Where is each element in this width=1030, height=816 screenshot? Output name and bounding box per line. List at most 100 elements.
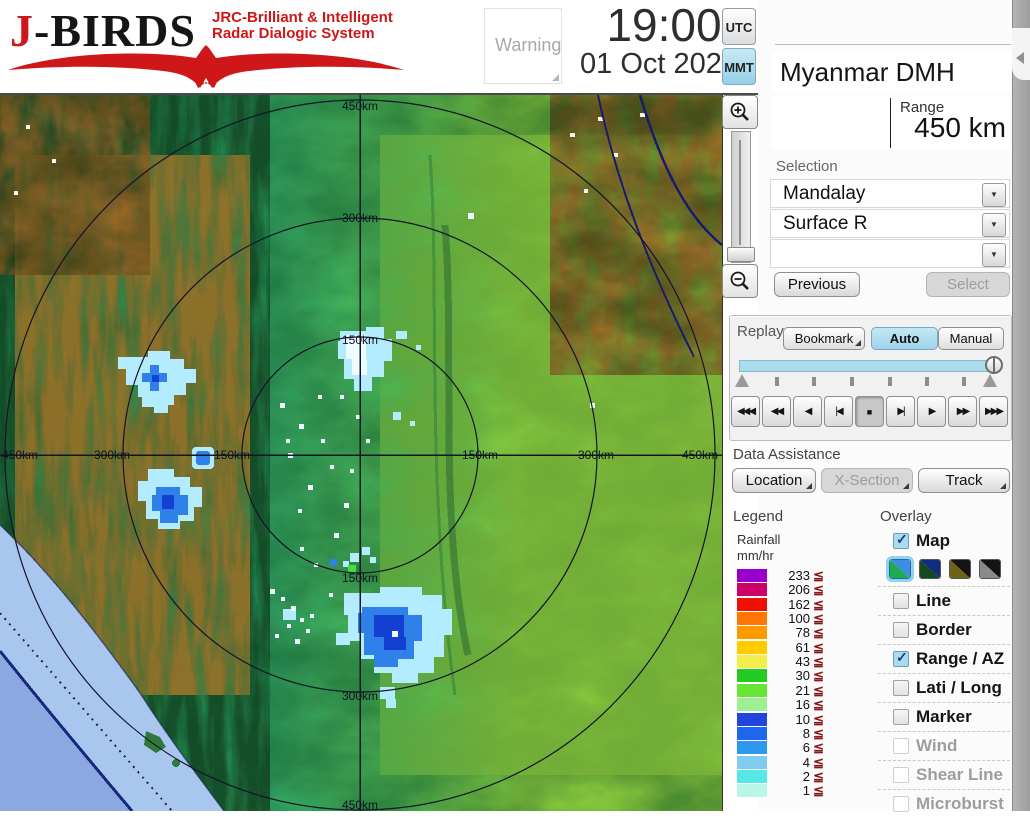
legend-value: 8 [802, 725, 810, 741]
map-checkbox[interactable] [893, 531, 909, 549]
wind-checkbox [893, 738, 909, 754]
play-back-button[interactable]: ◀ [793, 396, 822, 427]
eagle-logo [8, 45, 404, 88]
range-label-h-300-left: 300km [94, 448, 130, 462]
range-label-h-450-right: 450km [682, 448, 718, 462]
xsection-button[interactable]: X-Section [821, 468, 913, 493]
map-style-navy-darkgreen[interactable] [919, 559, 941, 579]
product-dropdown-value: Surface R [783, 213, 868, 234]
zoom-in-icon [730, 102, 749, 121]
panel-separator [775, 44, 1011, 45]
legend-value: 16 [795, 697, 810, 713]
bookmark-button[interactable]: Bookmark [783, 327, 865, 350]
legend-value: 100 [788, 611, 810, 627]
microburst-checkbox-label: Microburst [916, 794, 1004, 813]
previous-button[interactable]: Previous [774, 272, 860, 297]
manual-button[interactable]: Manual [938, 327, 1004, 350]
microburst-checkbox [893, 796, 909, 812]
product-dropdown[interactable]: Surface R ▼ [770, 209, 1010, 238]
chevron-down-icon[interactable]: ▼ [982, 183, 1006, 207]
map-style-black-olive[interactable] [949, 559, 971, 579]
overlay-separator [878, 673, 1010, 674]
legend-swatch [737, 712, 767, 726]
legend-swatch [737, 612, 767, 626]
legend-swatch [737, 726, 767, 740]
station-name: Myanmar DMH [772, 52, 1012, 92]
legend-swatch [737, 597, 767, 611]
warning-box[interactable]: Warning [484, 8, 562, 84]
range-az-checkbox[interactable] [893, 649, 909, 667]
replay-label: Replay [737, 323, 784, 340]
rewind-fast-button[interactable]: ◀◀◀ [731, 396, 760, 427]
map-style-blue-green[interactable] [886, 556, 914, 582]
location-button[interactable]: Location [732, 468, 816, 493]
line-checkbox[interactable] [893, 593, 909, 609]
play-button[interactable]: ▶ [917, 396, 946, 427]
legend-value: 206 [788, 582, 810, 598]
marker-checkbox[interactable] [893, 709, 909, 725]
shear-line-checkbox-label: Shear Line [916, 765, 1003, 784]
station-dropdown[interactable]: Mandalay ▼ [770, 179, 1010, 208]
zoom-in-button[interactable] [722, 95, 758, 129]
step-back-button[interactable]: |◀ [824, 396, 853, 427]
legend-value: 43 [795, 654, 810, 670]
slider-tick [812, 377, 816, 386]
legend-swatch [737, 626, 767, 640]
legend-swatch [737, 669, 767, 683]
border-checkbox[interactable] [893, 622, 909, 638]
slider-tick [850, 377, 854, 386]
lati-long-checkbox[interactable] [893, 680, 909, 696]
legend-swatch [737, 755, 767, 769]
zoom-out-icon [730, 271, 749, 290]
range-label-h-300-right: 300km [578, 448, 614, 462]
slider-end-marker[interactable] [983, 374, 997, 387]
range-az-checkbox-label: Range / AZ [916, 649, 1005, 668]
chevron-down-icon[interactable]: ▼ [982, 243, 1006, 267]
replay-slider-track[interactable] [739, 360, 995, 372]
legend-lte-symbol: ≦ [813, 783, 824, 799]
range-label-h-150-right: 150km [462, 448, 498, 462]
rewind-button[interactable]: ◀◀ [762, 396, 791, 427]
fast-forward-max-button[interactable]: ▶▶▶ [979, 396, 1008, 427]
legend-value: 10 [795, 711, 810, 727]
slider-tick [775, 377, 779, 386]
warning-label: Warning [495, 35, 562, 55]
extra-dropdown[interactable]: ▼ [770, 239, 1010, 268]
legend-swatch [737, 640, 767, 654]
auto-button[interactable]: Auto [871, 327, 938, 350]
slider-tick [962, 377, 966, 386]
chevron-down-icon[interactable]: ▼ [982, 213, 1006, 237]
wind-checkbox-label: Wind [916, 736, 958, 755]
legend-value: 61 [795, 639, 810, 655]
marker-checkbox-label: Marker [916, 707, 972, 726]
radar-map[interactable]: 450km 300km 150km 150km 300km 450km 450k… [0, 94, 723, 812]
legend-value: 21 [795, 682, 810, 698]
utc-button[interactable]: UTC [722, 8, 756, 45]
range-value: 450 km [914, 112, 1006, 143]
replay-slider-handle[interactable] [985, 356, 1003, 374]
legend-value: 6 [802, 740, 810, 756]
zoom-slider-handle[interactable] [727, 247, 755, 262]
range-label-h-450-left: 450km [2, 448, 38, 462]
range-label-v-300-top: 300km [342, 211, 378, 225]
collapse-arrow-icon [1016, 52, 1024, 64]
legend-value: 78 [795, 625, 810, 641]
stop-button[interactable]: ■ [855, 396, 884, 427]
slider-start-marker[interactable] [735, 374, 749, 387]
zoom-out-button[interactable] [722, 264, 758, 298]
legend-unit-line2: mm/hr [737, 548, 774, 563]
zoom-slider-track[interactable] [731, 131, 751, 263]
range-label-v-450-top: 450km [342, 99, 378, 113]
fast-forward-button[interactable]: ▶▶ [948, 396, 977, 427]
legend-value: 233 [788, 568, 810, 583]
legend-value: 4 [802, 754, 810, 770]
slider-tick [888, 377, 892, 386]
step-forward-button[interactable]: ▶| [886, 396, 915, 427]
overlay-title: Overlay [880, 508, 932, 525]
track-button[interactable]: Track [918, 468, 1010, 493]
overlay-separator [878, 702, 1010, 703]
select-button[interactable]: Select [926, 272, 1010, 297]
map-style-black-gray[interactable] [979, 559, 1001, 579]
zoom-slider-line [739, 140, 741, 245]
mmt-button[interactable]: MMT [722, 48, 756, 85]
